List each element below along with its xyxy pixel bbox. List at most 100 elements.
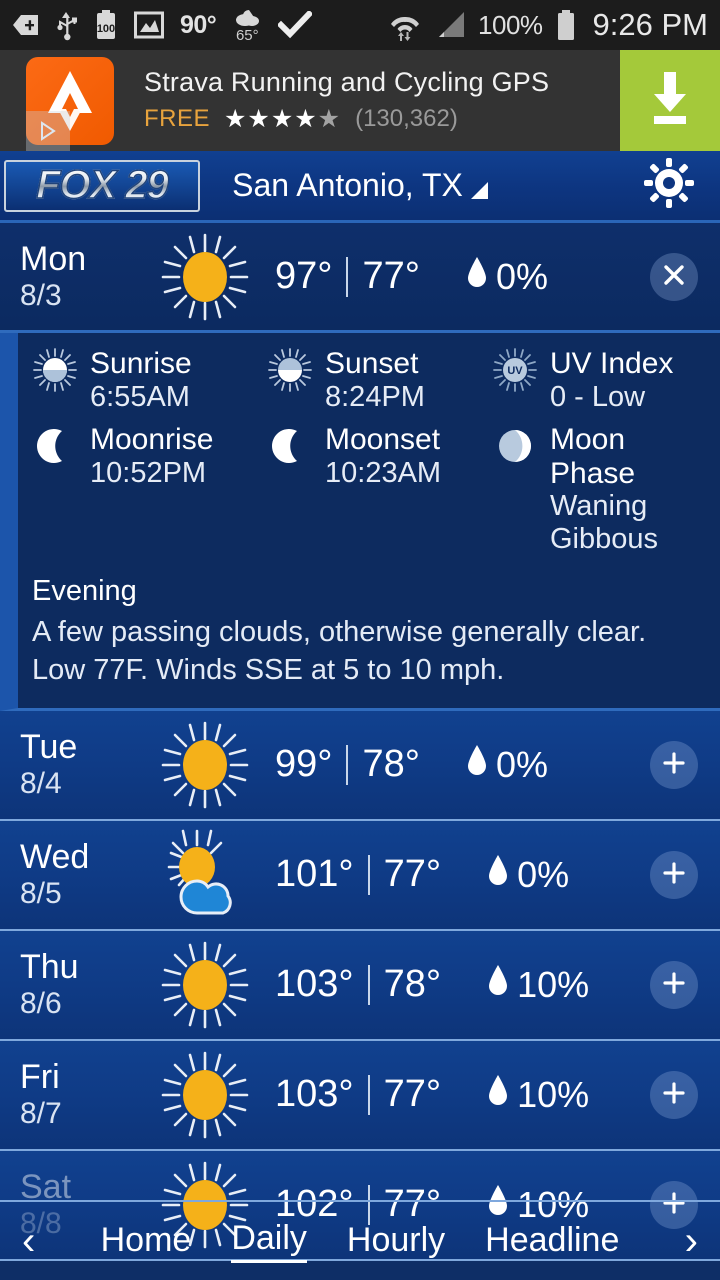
raindrop-icon — [487, 853, 509, 896]
fox29-logo-text: FOX 29 — [35, 162, 169, 208]
moon-phase-cell: Moon Phase Waning Gibbous — [492, 423, 706, 555]
nav-item-headline[interactable]: Headline — [485, 1221, 619, 1262]
moonset-label: Moonset — [325, 423, 441, 457]
today-date: 8/3 — [20, 278, 62, 312]
today-row[interactable]: Mon 8/3 97° 77° 0% — [0, 223, 720, 333]
chevron-right-icon[interactable]: › — [685, 1221, 698, 1261]
forecast-high: 103° — [275, 1073, 354, 1116]
forecast-row[interactable]: Thu 8/6 103° 78° 10% — [0, 930, 720, 1041]
moon-phase-icon — [492, 423, 538, 474]
forecast-low: 78° — [383, 963, 442, 1006]
forecast-expand-button[interactable] — [650, 960, 698, 1009]
forecast-date-block: Wed 8/5 — [0, 837, 145, 909]
forecast-precipitation: 0% — [487, 853, 569, 896]
astronomy-grid: Sunrise 6:55AM Sunset 8:24PM UV UV Index… — [18, 347, 720, 555]
forecast-row[interactable]: Fri 8/7 103° 77° 10% — [0, 1040, 720, 1151]
partly-cloudy-icon — [145, 825, 265, 925]
fox29-logo[interactable]: FOX 29 — [4, 159, 200, 212]
forecast-precipitation: 10% — [487, 963, 589, 1006]
forecast-temperatures: 101° 77° — [275, 853, 441, 896]
forecast-expand-button[interactable] — [650, 740, 698, 789]
sunrise-cell: Sunrise 6:55AM — [32, 347, 267, 413]
forecast-low: 78° — [362, 743, 420, 786]
usb-icon — [56, 9, 78, 41]
sunny-icon — [145, 227, 265, 327]
forecast-row[interactable]: Wed 8/5 101° 77° 0% — [0, 820, 720, 931]
forecast-day-of-week: Tue — [20, 727, 78, 766]
settings-button[interactable] — [644, 158, 694, 213]
sunrise-icon — [32, 347, 78, 398]
forecast-precip-value: 0% — [517, 853, 570, 895]
moonrise-value: 10:52PM — [90, 456, 207, 489]
uv-index-cell: UV UV Index 0 - Low — [492, 347, 706, 413]
forecast-date-block: Thu 8/6 — [0, 949, 145, 1020]
temp-separator — [346, 744, 349, 785]
nav-items: Home Daily Hourly Headline — [101, 1219, 619, 1263]
temp-separator — [367, 854, 370, 895]
moonset-icon — [267, 423, 313, 474]
battery-percent-text: 100% — [478, 9, 543, 40]
forecast-day-of-week: Wed — [20, 837, 90, 876]
nav-item-hourly[interactable]: Hourly — [347, 1221, 445, 1262]
forecast-precipitation: 0% — [466, 743, 548, 786]
ad-rating-full-stars: ★★★★ — [224, 105, 318, 133]
ad-title: Strava Running and Cycling GPS — [144, 67, 550, 97]
raindrop-icon — [466, 743, 488, 786]
forecast-high: 99° — [275, 743, 333, 786]
sunset-cell: Sunset 8:24PM — [267, 347, 492, 413]
today-high: 97° — [275, 255, 333, 297]
forecast-precip-value: 0% — [495, 743, 548, 785]
forecast-date-block: Fri 8/7 — [0, 1059, 145, 1129]
battery-level-text: 100 — [97, 23, 115, 35]
daily-forecast-list: Tue 8/4 99° 78° 0% Wed 8/5 101° 77° 0% Thu 8/6 103° 7… — [0, 710, 720, 1261]
forecast-low: 77° — [383, 1073, 442, 1116]
astronomy-row-sun: Sunrise 6:55AM Sunset 8:24PM UV UV Index… — [32, 347, 706, 413]
weather-temperature: 65° — [235, 27, 259, 44]
uv-index-value: 0 - Low — [550, 380, 646, 413]
sunny-icon — [145, 935, 265, 1035]
nav-item-home[interactable]: Home — [101, 1221, 192, 1262]
screen-temperature: 90° — [180, 10, 217, 39]
nav-item-daily[interactable]: Daily — [231, 1219, 307, 1263]
chevron-left-icon[interactable]: ‹ — [22, 1221, 35, 1261]
plus-icon — [661, 858, 687, 892]
temp-separator — [346, 256, 349, 297]
moon-phase-label: Moon Phase — [550, 423, 636, 490]
ad-download-button[interactable] — [620, 50, 720, 151]
android-status-bar[interactable]: 100 90° 65° 100% 9:26 PM — [0, 0, 720, 50]
uv-index-label: UV Index — [550, 347, 674, 380]
raindrop-icon — [487, 1073, 509, 1116]
forecast-expand-button[interactable] — [650, 850, 698, 899]
moonrise-icon — [32, 423, 78, 474]
adchoices-icon[interactable] — [26, 111, 70, 151]
forecast-temperatures: 103° 77° — [275, 1073, 441, 1116]
forecast-date: 8/6 — [20, 986, 62, 1020]
today-detail-panel: Sunrise 6:55AM Sunset 8:24PM UV UV Index… — [0, 333, 720, 711]
advertisement-banner[interactable]: Strava Running and Cycling GPS FREE ★★★★… — [0, 50, 720, 151]
today-precipitation: 0% — [466, 255, 548, 298]
checkmark-icon — [278, 11, 313, 39]
forecast-high: 101° — [275, 853, 354, 896]
today-day-of-week: Mon — [20, 239, 87, 278]
period-title: Evening — [32, 575, 137, 608]
plus-icon — [661, 1078, 687, 1112]
astronomy-row-moon: Moonrise 10:52PM Moonset 10:23AM Moon Ph… — [32, 423, 706, 555]
uv-index-icon: UV — [492, 347, 538, 398]
forecast-precip-value: 10% — [517, 963, 590, 1005]
today-collapse-button[interactable] — [650, 252, 698, 301]
plus-icon — [661, 968, 687, 1002]
battery-icon — [555, 9, 577, 41]
location-name: San Antonio, TX — [232, 167, 463, 203]
forecast-row[interactable]: Tue 8/4 99° 78° 0% — [0, 710, 720, 821]
forecast-low: 77° — [383, 853, 442, 896]
forecast-expand-button[interactable] — [650, 1070, 698, 1119]
download-icon — [642, 68, 698, 133]
app-header: FOX 29 San Antonio, TX — [0, 151, 720, 223]
battery-saver-icon: 100 — [94, 9, 118, 41]
forecast-temperatures: 99° 78° — [275, 743, 420, 786]
moonrise-cell: Moonrise 10:52PM — [32, 423, 267, 555]
forecast-temperatures: 103° 78° — [275, 963, 441, 1006]
wifi-icon — [388, 8, 422, 42]
raindrop-icon — [466, 255, 488, 298]
today-temperatures: 97° 77° — [275, 255, 420, 298]
